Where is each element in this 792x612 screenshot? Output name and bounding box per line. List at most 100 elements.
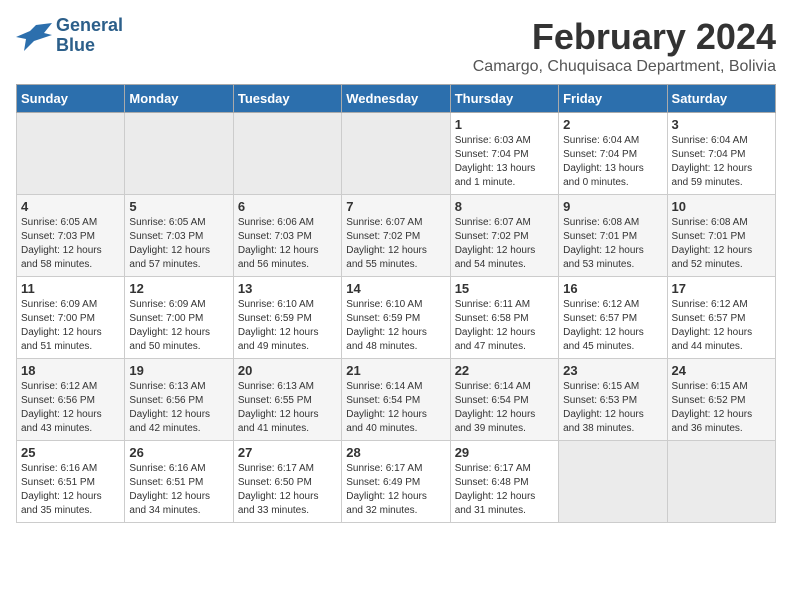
day-number: 13 xyxy=(238,281,337,296)
day-info: Sunrise: 6:05 AM Sunset: 7:03 PM Dayligh… xyxy=(129,216,228,272)
day-number: 1 xyxy=(455,117,554,132)
calendar-cell: 19 Sunrise: 6:13 AM Sunset: 6:56 PM Dayli… xyxy=(125,359,233,441)
day-number: 9 xyxy=(563,199,662,214)
calendar-cell: 28 Sunrise: 6:17 AM Sunset: 6:49 PM Dayli… xyxy=(342,441,450,523)
calendar-header-row: SundayMondayTuesdayWednesdayThursdayFrid… xyxy=(17,85,776,113)
day-info: Sunrise: 6:13 AM Sunset: 6:55 PM Dayligh… xyxy=(238,380,337,436)
day-info: Sunrise: 6:07 AM Sunset: 7:02 PM Dayligh… xyxy=(455,216,554,272)
day-info: Sunrise: 6:15 AM Sunset: 6:52 PM Dayligh… xyxy=(672,380,771,436)
calendar-cell: 22 Sunrise: 6:14 AM Sunset: 6:54 PM Dayli… xyxy=(450,359,558,441)
calendar-cell: 21 Sunrise: 6:14 AM Sunset: 6:54 PM Dayli… xyxy=(342,359,450,441)
day-info: Sunrise: 6:09 AM Sunset: 7:00 PM Dayligh… xyxy=(21,298,120,354)
calendar-cell: 26 Sunrise: 6:16 AM Sunset: 6:51 PM Dayli… xyxy=(125,441,233,523)
calendar-cell: 10 Sunrise: 6:08 AM Sunset: 7:01 PM Dayli… xyxy=(667,195,775,277)
calendar-cell: 15 Sunrise: 6:11 AM Sunset: 6:58 PM Dayli… xyxy=(450,277,558,359)
day-header-monday: Monday xyxy=(125,85,233,113)
calendar-cell: 20 Sunrise: 6:13 AM Sunset: 6:55 PM Dayli… xyxy=(233,359,341,441)
day-info: Sunrise: 6:17 AM Sunset: 6:49 PM Dayligh… xyxy=(346,462,445,518)
calendar-cell: 7Sunrise: 6:07 AM Sunset: 7:02 PM Daylig… xyxy=(342,195,450,277)
day-number: 27 xyxy=(238,445,337,460)
day-number: 21 xyxy=(346,363,445,378)
week-row-2: 4 Sunrise: 6:05 AM Sunset: 7:03 PM Daylig… xyxy=(17,195,776,277)
calendar-cell: 24 Sunrise: 6:15 AM Sunset: 6:52 PM Dayli… xyxy=(667,359,775,441)
day-header-thursday: Thursday xyxy=(450,85,558,113)
day-number: 24 xyxy=(672,363,771,378)
calendar-cell xyxy=(125,113,233,195)
location-subtitle: Camargo, Chuquisaca Department, Bolivia xyxy=(473,58,776,76)
day-info: Sunrise: 6:09 AM Sunset: 7:00 PM Dayligh… xyxy=(129,298,228,354)
day-header-sunday: Sunday xyxy=(17,85,125,113)
day-header-friday: Friday xyxy=(559,85,667,113)
day-number: 20 xyxy=(238,363,337,378)
day-info: Sunrise: 6:11 AM Sunset: 6:58 PM Dayligh… xyxy=(455,298,554,354)
day-number: 25 xyxy=(21,445,120,460)
calendar-cell: 25 Sunrise: 6:16 AM Sunset: 6:51 PM Dayli… xyxy=(17,441,125,523)
day-info: Sunrise: 6:08 AM Sunset: 7:01 PM Dayligh… xyxy=(563,216,662,272)
logo: General Blue xyxy=(16,16,123,56)
calendar-cell: 27 Sunrise: 6:17 AM Sunset: 6:50 PM Dayli… xyxy=(233,441,341,523)
week-row-3: 11 Sunrise: 6:09 AM Sunset: 7:00 PM Dayli… xyxy=(17,277,776,359)
day-info: Sunrise: 6:06 AM Sunset: 7:03 PM Dayligh… xyxy=(238,216,337,272)
calendar-cell: 14 Sunrise: 6:10 AM Sunset: 6:59 PM Dayli… xyxy=(342,277,450,359)
day-number: 29 xyxy=(455,445,554,460)
day-info: Sunrise: 6:16 AM Sunset: 6:51 PM Dayligh… xyxy=(21,462,120,518)
day-info: Sunrise: 6:03 AM Sunset: 7:04 PM Dayligh… xyxy=(455,134,554,190)
calendar-cell: 11 Sunrise: 6:09 AM Sunset: 7:00 PM Dayli… xyxy=(17,277,125,359)
day-info: Sunrise: 6:14 AM Sunset: 6:54 PM Dayligh… xyxy=(346,380,445,436)
day-info: Sunrise: 6:13 AM Sunset: 6:56 PM Dayligh… xyxy=(129,380,228,436)
day-header-tuesday: Tuesday xyxy=(233,85,341,113)
calendar-cell: 1 Sunrise: 6:03 AM Sunset: 7:04 PM Daylig… xyxy=(450,113,558,195)
calendar-cell: 4Sunrise: 6:05 AM Sunset: 7:03 PM Daylig… xyxy=(17,195,125,277)
calendar-cell: 18 Sunrise: 6:12 AM Sunset: 6:56 PM Dayli… xyxy=(17,359,125,441)
calendar-cell: 9 Sunrise: 6:08 AM Sunset: 7:01 PM Daylig… xyxy=(559,195,667,277)
day-info: Sunrise: 6:10 AM Sunset: 6:59 PM Dayligh… xyxy=(346,298,445,354)
day-number: 23 xyxy=(563,363,662,378)
calendar-cell: 8 Sunrise: 6:07 AM Sunset: 7:02 PM Daylig… xyxy=(450,195,558,277)
day-info: Sunrise: 6:08 AM Sunset: 7:01 PM Dayligh… xyxy=(672,216,771,272)
day-number: 3 xyxy=(672,117,771,132)
logo-icon xyxy=(16,21,52,51)
title-area: February 2024 Camargo, Chuquisaca Depart… xyxy=(473,16,776,76)
calendar-cell: 17Sunrise: 6:12 AM Sunset: 6:57 PM Dayli… xyxy=(667,277,775,359)
logo-text-blue: Blue xyxy=(56,36,123,56)
day-number: 22 xyxy=(455,363,554,378)
calendar-cell: 5Sunrise: 6:05 AM Sunset: 7:03 PM Daylig… xyxy=(125,195,233,277)
day-header-wednesday: Wednesday xyxy=(342,85,450,113)
day-number: 15 xyxy=(455,281,554,296)
calendar-cell: 6Sunrise: 6:06 AM Sunset: 7:03 PM Daylig… xyxy=(233,195,341,277)
day-number: 26 xyxy=(129,445,228,460)
calendar-cell xyxy=(667,441,775,523)
calendar-cell: 12Sunrise: 6:09 AM Sunset: 7:00 PM Dayli… xyxy=(125,277,233,359)
calendar-cell: 13 Sunrise: 6:10 AM Sunset: 6:59 PM Dayli… xyxy=(233,277,341,359)
day-number: 4 xyxy=(21,199,120,214)
week-row-5: 25 Sunrise: 6:16 AM Sunset: 6:51 PM Dayli… xyxy=(17,441,776,523)
day-info: Sunrise: 6:10 AM Sunset: 6:59 PM Dayligh… xyxy=(238,298,337,354)
day-info: Sunrise: 6:15 AM Sunset: 6:53 PM Dayligh… xyxy=(563,380,662,436)
day-info: Sunrise: 6:17 AM Sunset: 6:48 PM Dayligh… xyxy=(455,462,554,518)
day-info: Sunrise: 6:04 AM Sunset: 7:04 PM Dayligh… xyxy=(672,134,771,190)
day-number: 28 xyxy=(346,445,445,460)
day-number: 14 xyxy=(346,281,445,296)
day-info: Sunrise: 6:17 AM Sunset: 6:50 PM Dayligh… xyxy=(238,462,337,518)
day-info: Sunrise: 6:12 AM Sunset: 6:56 PM Dayligh… xyxy=(21,380,120,436)
day-number: 10 xyxy=(672,199,771,214)
day-info: Sunrise: 6:14 AM Sunset: 6:54 PM Dayligh… xyxy=(455,380,554,436)
calendar-cell xyxy=(17,113,125,195)
day-number: 19 xyxy=(129,363,228,378)
day-number: 2 xyxy=(563,117,662,132)
week-row-1: 1 Sunrise: 6:03 AM Sunset: 7:04 PM Daylig… xyxy=(17,113,776,195)
day-number: 16 xyxy=(563,281,662,296)
day-number: 18 xyxy=(21,363,120,378)
calendar-cell: 3 Sunrise: 6:04 AM Sunset: 7:04 PM Daylig… xyxy=(667,113,775,195)
calendar-cell: 2 Sunrise: 6:04 AM Sunset: 7:04 PM Daylig… xyxy=(559,113,667,195)
day-number: 11 xyxy=(21,281,120,296)
day-info: Sunrise: 6:04 AM Sunset: 7:04 PM Dayligh… xyxy=(563,134,662,190)
day-info: Sunrise: 6:12 AM Sunset: 6:57 PM Dayligh… xyxy=(563,298,662,354)
day-info: Sunrise: 6:07 AM Sunset: 7:02 PM Dayligh… xyxy=(346,216,445,272)
day-header-saturday: Saturday xyxy=(667,85,775,113)
calendar-cell xyxy=(559,441,667,523)
day-number: 17 xyxy=(672,281,771,296)
day-number: 8 xyxy=(455,199,554,214)
week-row-4: 18 Sunrise: 6:12 AM Sunset: 6:56 PM Dayli… xyxy=(17,359,776,441)
day-info: Sunrise: 6:16 AM Sunset: 6:51 PM Dayligh… xyxy=(129,462,228,518)
